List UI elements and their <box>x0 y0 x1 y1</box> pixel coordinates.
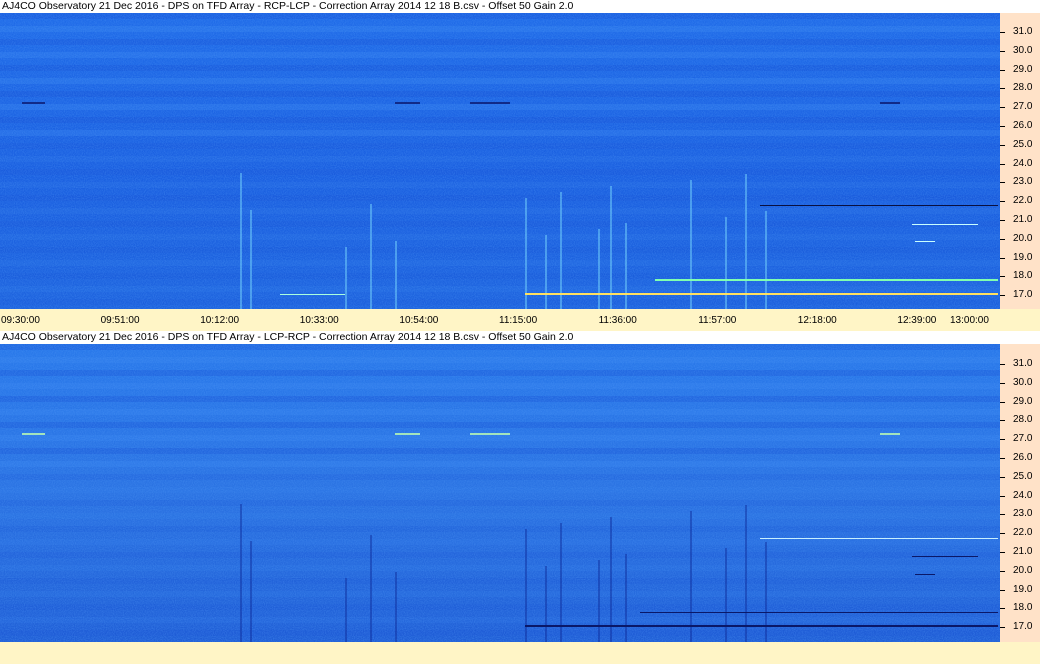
panel-2-frequency-tick <box>1000 589 1005 591</box>
panel-2-frequency-tick <box>1000 458 1005 459</box>
panel-1-frequency-label: 18.0 <box>1013 270 1033 282</box>
panel-1-frequency-label: 31.0 <box>1013 26 1033 37</box>
panel-2-frequency-tick <box>1000 570 1005 572</box>
panel-2-frequency-tick <box>1000 439 1005 441</box>
time-label: 10:33:00 <box>299 315 339 326</box>
panel-2-frequency-label: 22.0 <box>1013 527 1033 539</box>
panel-2-frequency-tick <box>1000 533 1005 535</box>
panel-2-frequency-label: 25.0 <box>1013 470 1033 482</box>
panel-2-frequency-tick <box>1000 514 1005 516</box>
panel-2-frequency-tick <box>1000 364 1005 365</box>
panel-1-frequency-tick <box>1000 238 1005 240</box>
panel-1-frequency-label: 29.0 <box>1013 63 1033 75</box>
panel-1-frequency-tick <box>1000 276 1005 278</box>
panel-2-frequency-label: 30.0 <box>1013 376 1033 388</box>
panel-1-frequency-label: 27.0 <box>1013 101 1033 113</box>
panel-2-frequency-tick <box>1000 476 1005 478</box>
panel-1-frequency-label: 17.0 <box>1013 289 1033 301</box>
panel-2-frequency-label: 24.0 <box>1013 489 1033 501</box>
panel-2-spectrogram[interactable] <box>0 344 1000 642</box>
panel-2-frequency-label: 28.0 <box>1013 414 1033 426</box>
panel-2-frequency-axis: 31.0 30.0 29.0 28.0 27.0 26.0 25.0 24.0 23.0 22.0… <box>1000 344 1040 642</box>
panel-2-frequency-label: 29.0 <box>1013 395 1033 407</box>
panel-2-frequency-tick <box>1000 401 1005 403</box>
time-label: 11:36:00 <box>598 315 637 326</box>
time-label: 10:54:00 <box>399 315 439 326</box>
panel-2-frequency-label: 20.0 <box>1013 564 1033 576</box>
panel-1-frequency-tick <box>1000 88 1005 90</box>
time-label: 09:30:00 <box>1 315 40 326</box>
time-label: 12:18:00 <box>797 315 837 326</box>
time-axis: 09:30:00 09:51:00 10:12:00 10:33:00 10:54:00… <box>0 309 1040 331</box>
panel-1-frequency-tick <box>1000 295 1005 297</box>
time-label: 11:15:00 <box>499 315 538 326</box>
panel-1-frequency-label: 19.0 <box>1013 251 1033 263</box>
panel-1-frequency-tick <box>1000 257 1005 259</box>
time-label: 13:00:00 <box>950 315 989 326</box>
time-label: 11:57:00 <box>698 315 737 326</box>
panel-1-frequency-tick <box>1000 144 1005 146</box>
panel-1-frequency-tick <box>1000 201 1005 203</box>
panel-1-frequency-tick <box>1000 163 1005 165</box>
panel-1-frequency-tick <box>1000 32 1005 33</box>
panel-2-frequency-label: 18.0 <box>1013 602 1033 614</box>
panel-2-frequency-label: 23.0 <box>1013 508 1033 520</box>
panel-2-frequency-label: 17.0 <box>1013 621 1033 633</box>
panel-2-frequency-tick <box>1000 382 1005 384</box>
panel-1-frequency-axis: 31.0 30.0 29.0 28.0 27.0 26.0 25.0 24.0 23.0 22.0… <box>1000 13 1040 309</box>
panel-2-title: AJ4CO Observatory 21 Dec 2016 - DPS on T… <box>0 331 1040 344</box>
panel-2-frequency-label: 19.0 <box>1013 583 1033 595</box>
time-label: 09:51:00 <box>100 315 140 326</box>
panel-1-frequency-label: 22.0 <box>1013 195 1033 207</box>
panel-1-frequency-tick <box>1000 107 1005 109</box>
panel-2-frequency-label: 31.0 <box>1013 358 1033 369</box>
panel-1-frequency-label: 25.0 <box>1013 138 1033 150</box>
panel-1-spectrogram-image <box>0 13 1000 309</box>
panel-1-frequency-label: 28.0 <box>1013 82 1033 94</box>
panel-1-frequency-label: 24.0 <box>1013 157 1033 169</box>
panel-2-time-axis-band <box>0 642 1040 664</box>
panel-2-frequency-tick <box>1000 608 1005 610</box>
panel-1-title: AJ4CO Observatory 21 Dec 2016 - DPS on T… <box>0 0 1040 13</box>
panel-1-frequency-tick <box>1000 69 1005 71</box>
panel-2-spectrogram-image <box>0 344 1000 642</box>
panel-1-spectrogram[interactable] <box>0 13 1000 309</box>
panel-2-frequency-tick <box>1000 627 1005 629</box>
time-label: 10:12:00 <box>200 315 240 326</box>
panel-2-frequency-label: 21.0 <box>1013 546 1033 557</box>
panel-1-frequency-tick <box>1000 50 1005 52</box>
panel-1-frequency-label: 26.0 <box>1013 120 1033 131</box>
panel-1-frequency-label: 21.0 <box>1013 214 1033 225</box>
panel-1-frequency-label: 23.0 <box>1013 176 1033 188</box>
panel-2-frequency-label: 26.0 <box>1013 452 1033 463</box>
panel-2-frequency-tick <box>1000 420 1005 422</box>
panel-1-frequency-label: 20.0 <box>1013 232 1033 244</box>
panel-2-frequency-tick <box>1000 495 1005 497</box>
panel-2-frequency-tick <box>1000 552 1005 553</box>
panel-1-frequency-label: 30.0 <box>1013 44 1033 56</box>
panel-1-frequency-tick <box>1000 126 1005 127</box>
panel-1-frequency-tick <box>1000 220 1005 221</box>
panel-2-frequency-label: 27.0 <box>1013 433 1033 445</box>
panel-1-frequency-tick <box>1000 182 1005 184</box>
time-label: 12:39:00 <box>897 315 937 326</box>
